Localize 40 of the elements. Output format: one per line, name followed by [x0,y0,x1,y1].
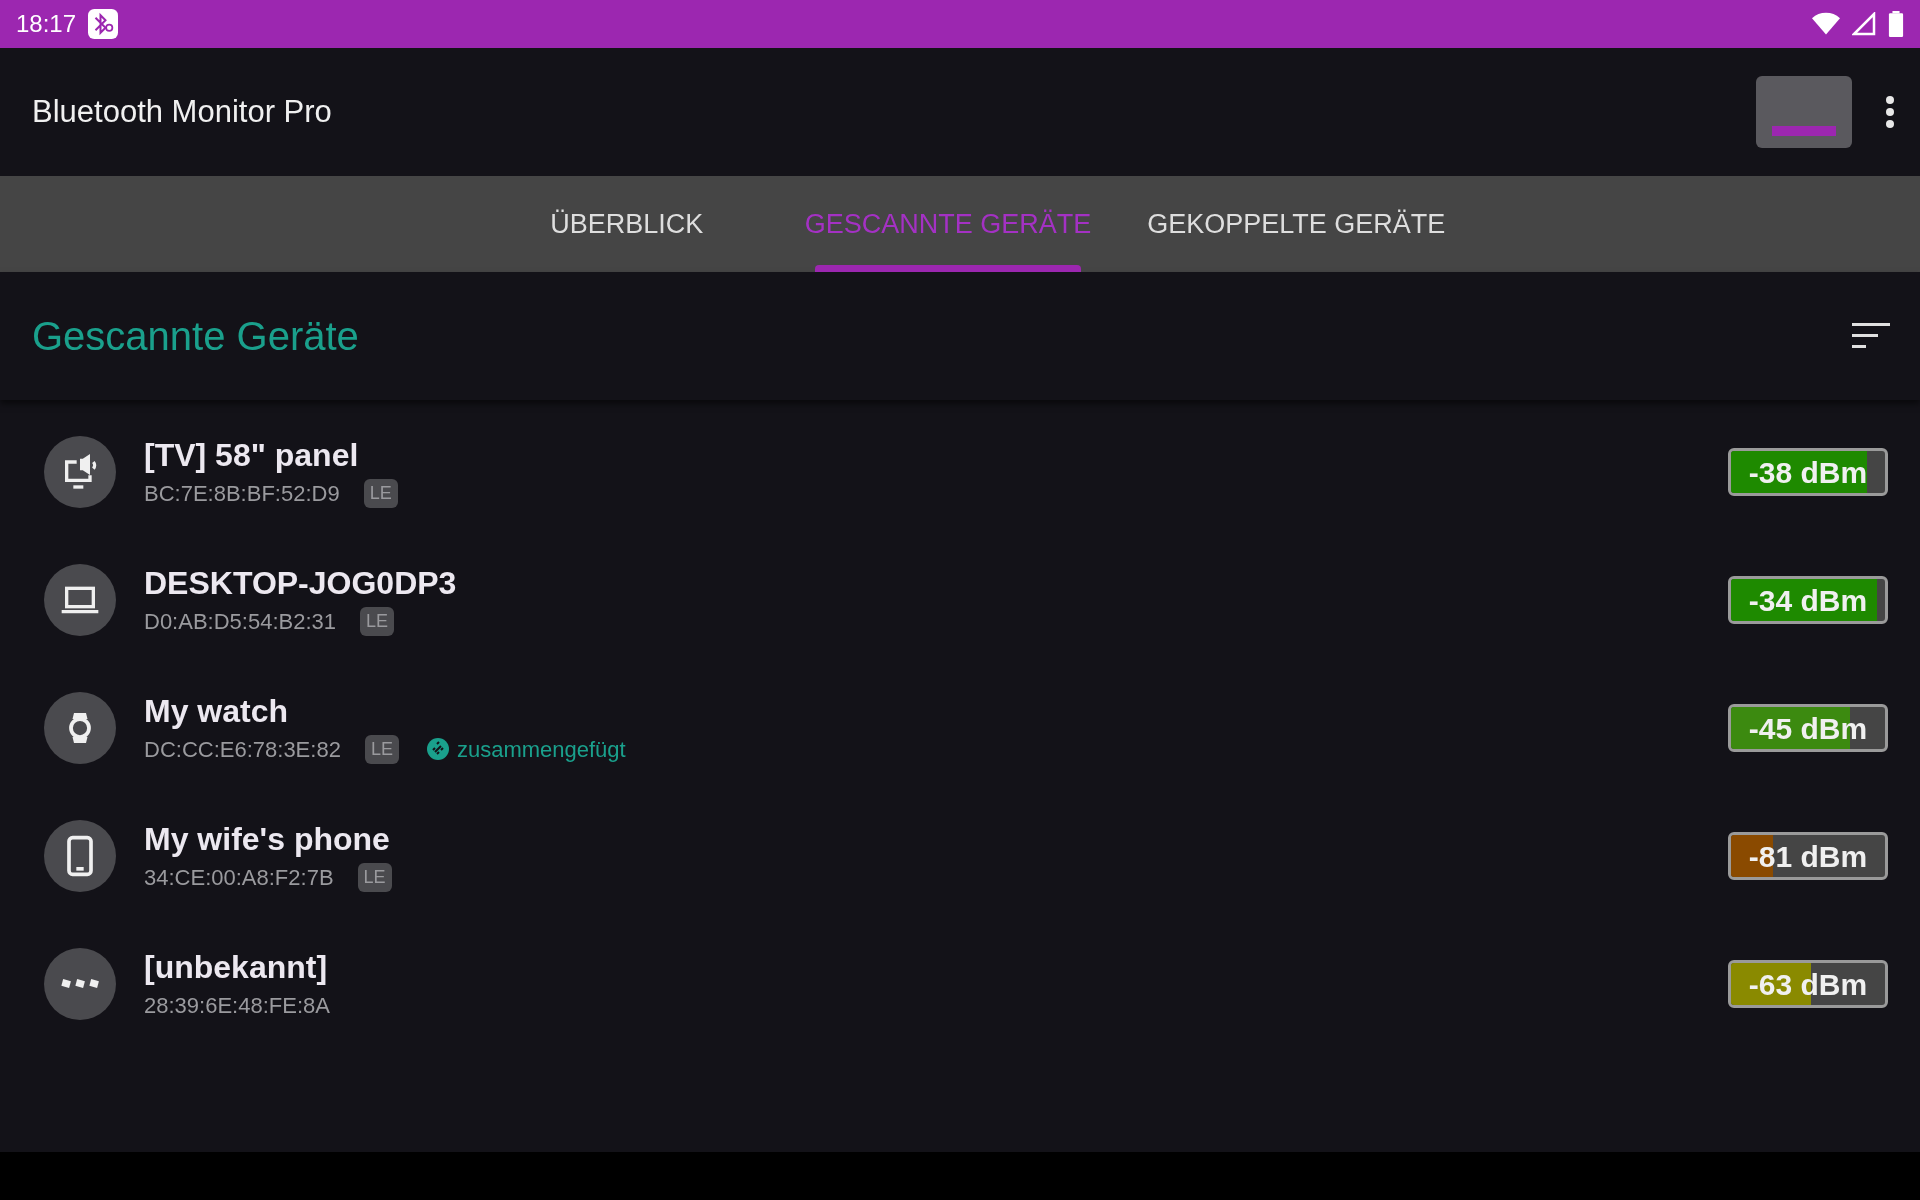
device-row[interactable]: [TV] 58" panel BC:7E:8B:BF:52:D9 LE -38 dBm [0,408,1920,536]
device-row[interactable]: My wife's phone 34:CE:00:A8:F2:7B LE -81 dBm [0,792,1920,920]
le-tag: LE [363,478,398,508]
wifi-icon [1812,12,1840,36]
signal-reading: -34 dBm [1747,582,1869,619]
mac-address: BC:7E:8B:BF:52:D9 [144,479,340,508]
signal-reading: -45 dBm [1747,710,1869,747]
mac-address: 34:CE:00:A8:F2:7B [144,863,334,892]
section-title: Gescannte Geräte [32,313,360,360]
device-row[interactable]: DESKTOP-JOG0DP3 D0:AB:D5:54:B2:31 LE -34 dBm [0,536,1920,664]
device-name: DESKTOP-JOG0DP3 [144,563,458,603]
mac-address: 28:39:6E:48:FE:8A [144,991,330,1020]
cell-signal-icon [1852,12,1876,36]
more-options-icon[interactable] [1884,94,1896,130]
device-row[interactable]: [unbekannt] 28:39:6E:48:FE:8A -63 dBm [0,920,1920,1048]
signal-reading: -38 dBm [1747,454,1869,491]
tab[interactable]: ÜBERBLICK [476,176,777,272]
le-tag: LE [364,734,399,764]
mac-address: DC:CC:E6:78:3E:82 [144,735,341,764]
device-name: My wife's phone [144,819,391,859]
battery-icon [1888,11,1904,37]
device-row[interactable]: My watch DC:CC:E6:78:3E:82 LE zusammengefügt -45 dBm [0,664,1920,792]
tab[interactable]: GEKOPPELTE GERÄTE [1119,176,1474,272]
signal-reading: -63 dBm [1747,966,1869,1003]
bluetooth-search-icon [88,9,119,39]
scan-indicator-bar [1772,126,1836,136]
bonded-label: zusammengefügt [456,735,626,764]
le-tag: LE [360,606,395,636]
le-tag: LE [357,862,392,892]
smartphone-icon [64,834,96,878]
clock-time: 18:17 [16,9,77,39]
device-name: [unbekannt] [144,947,329,987]
app-title: Bluetooth Monitor Pro [32,92,333,131]
device-name: My watch [144,691,290,731]
scan-toggle-button[interactable] [1756,76,1852,148]
signal-reading: -81 dBm [1747,838,1869,875]
sort-icon[interactable] [1852,323,1890,349]
mac-address: D0:AB:D5:54:B2:31 [144,607,336,636]
link-icon [426,738,449,760]
device-name: [TV] 58" panel [144,435,360,475]
